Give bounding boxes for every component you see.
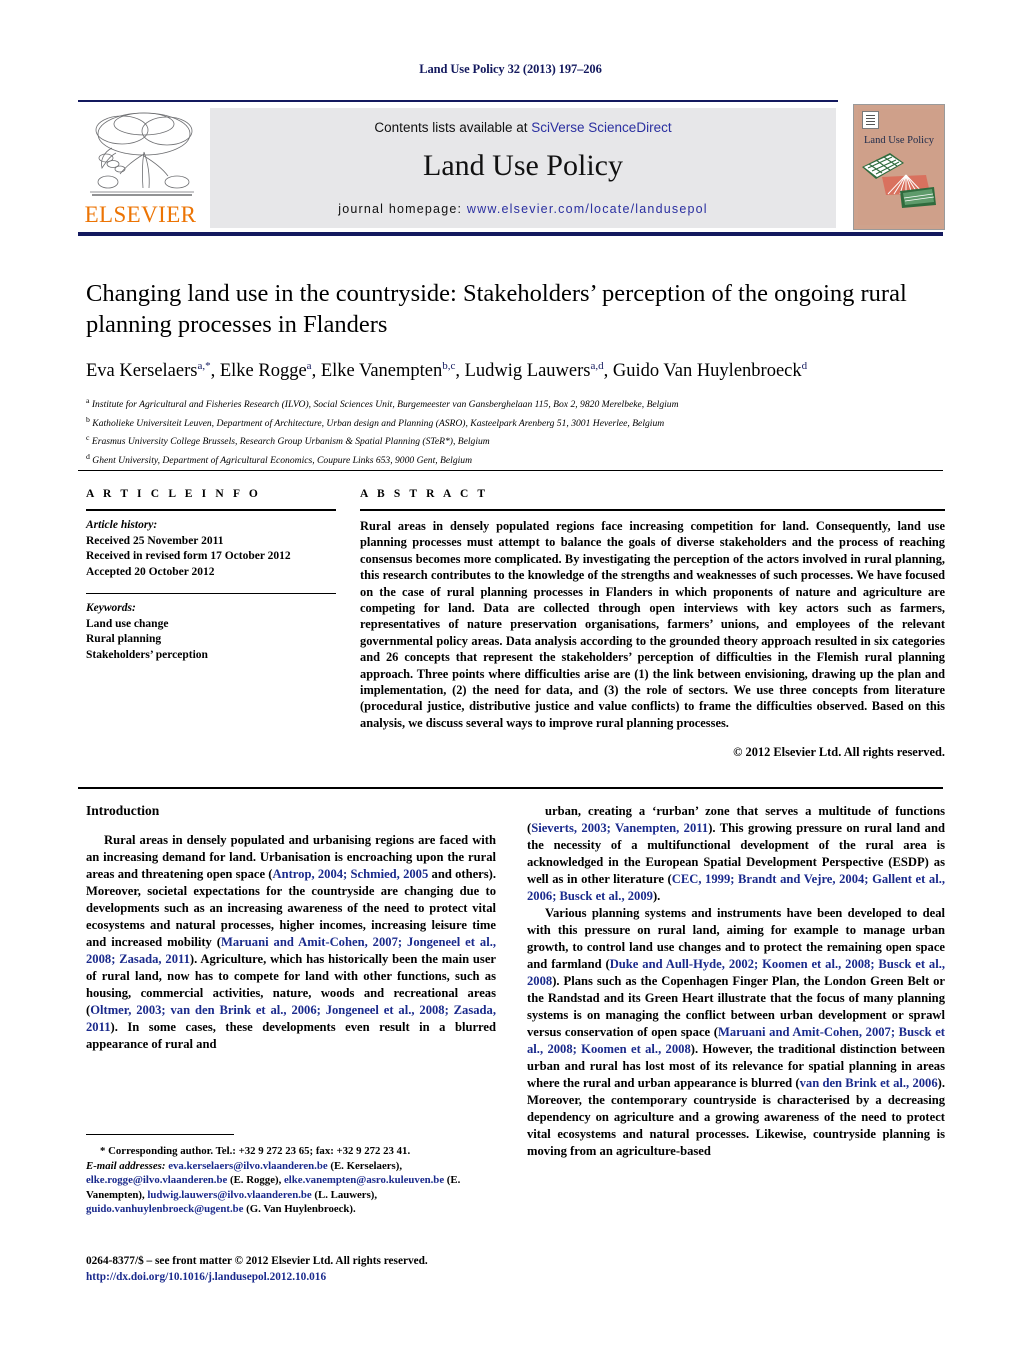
article-info-heading: A R T I C L E I N F O — [86, 488, 261, 500]
masthead-top-rule — [78, 100, 838, 102]
keywords-rule — [86, 593, 336, 594]
journal-cover-thumbnail: Land Use Policy — [853, 104, 945, 230]
elsevier-wordmark: ELSEVIER — [84, 202, 197, 227]
elsevier-tree-icon — [90, 112, 194, 196]
journal-masthead: ELSEVIER Contents lists available at Sci… — [78, 100, 945, 230]
abstract-rule — [360, 509, 945, 511]
section-heading-introduction: Introduction — [86, 803, 160, 818]
body-column-left: Introduction Rural areas in densely popu… — [86, 803, 496, 1053]
email-label: E-mail addresses: — [86, 1159, 166, 1172]
article-history-item: Accepted 20 October 2012 — [86, 565, 215, 578]
abstract-text: Rural areas in densely populated regions… — [360, 519, 945, 730]
body-top-rule — [78, 787, 943, 789]
body-paragraph: Rural areas in densely populated and urb… — [86, 833, 497, 1051]
contents-prefix: Contents lists available at — [374, 120, 532, 135]
cover-journal-title: Land Use Policy — [864, 135, 934, 146]
affiliation-item: b Katholieke Universiteit Leuven, Depart… — [86, 414, 665, 429]
article-info-rule — [86, 509, 336, 511]
homepage-url-link[interactable]: www.elsevier.com/locate/landusepol — [467, 202, 708, 216]
keyword-item: Rural planning — [86, 633, 162, 645]
affiliation-item: d Ghent University, Department of Agricu… — [86, 451, 473, 467]
keywords-label: Keywords: — [86, 602, 136, 614]
corresponding-author-note: * Corresponding author. Tel.: +32 9 272 … — [100, 1145, 411, 1157]
journal-homepage-line: journal homepage: www.elsevier.com/locat… — [210, 202, 836, 216]
title-block: Changing land use in the countryside: St… — [86, 278, 946, 469]
article-history-item: Received in revised form 17 October 2012 — [86, 550, 291, 562]
affiliation-item: a Institute for Agricultural and Fisheri… — [86, 396, 679, 411]
keyword-item: Stakeholders’ perception — [86, 648, 208, 661]
keywords-list: Land use change Rural planning Stakeholder… — [86, 617, 336, 664]
journal-title: Land Use Policy — [423, 149, 623, 182]
doi-link[interactable]: http://dx.doi.org/10.1016/j.landusepol.2… — [86, 1269, 586, 1285]
right-column-paragraphs: urban, creating a ‘rurban’ zone that ser… — [527, 803, 945, 1160]
affiliation-item: c Erasmus University College Brussels, R… — [86, 433, 490, 448]
page-title: Changing land use in the countryside: St… — [86, 280, 907, 338]
elsevier-logo: ELSEVIER — [78, 108, 203, 228]
article-history-item: Received 25 November 2011 — [86, 534, 224, 547]
author-list: Eva Kerselaersa,*, Elke Roggea, Elke Van… — [86, 360, 808, 382]
email-addresses-note: E-mail addresses: eva.kerselaers@ilvo.vl… — [86, 1159, 461, 1216]
body-paragraph: Various planning systems and instruments… — [527, 906, 946, 1158]
body-paragraph: urban, creating a ‘rurban’ zone that ser… — [527, 804, 945, 903]
abstract-copyright: © 2012 Elsevier Ltd. All rights reserved… — [733, 745, 945, 760]
affiliation-list: a Institute for Agricultural and Fisheri… — [86, 394, 946, 468]
footnote-block: * Corresponding author. Tel.: +32 9 272 … — [86, 1144, 498, 1217]
article-history-label: Article history: — [86, 519, 158, 531]
issn-front-matter: 0264-8377/$ – see front matter © 2012 El… — [86, 1255, 428, 1267]
footnote-rule — [86, 1134, 234, 1135]
body-column-right: urban, creating a ‘rurban’ zone that ser… — [527, 803, 945, 1160]
abstract-heading: A B S T R A C T — [360, 488, 489, 500]
info-top-rule — [78, 470, 943, 471]
cover-publisher-mark-icon — [862, 111, 879, 129]
left-column-paragraphs: Rural areas in densely populated and urb… — [86, 832, 496, 1053]
article-info-section: A R T I C L E I N F O Article history: R… — [86, 488, 336, 663]
paper-page: Land Use Policy 32 (2013) 197–206 ELSEVI… — [0, 0, 1021, 1351]
sciencedirect-link[interactable]: SciVerse ScienceDirect — [531, 120, 671, 135]
article-history-list: Received 25 November 2011 Received in rev… — [86, 534, 336, 581]
homepage-prefix: journal homepage: — [338, 202, 467, 216]
journal-band: Contents lists available at SciVerse Sci… — [210, 108, 836, 228]
keyword-item: Land use change — [86, 617, 169, 630]
masthead-bottom-rule — [78, 232, 943, 236]
running-head: Land Use Policy 32 (2013) 197–206 — [419, 62, 602, 76]
contents-lists-line: Contents lists available at SciVerse Sci… — [210, 120, 836, 135]
abstract-section: A B S T R A C T Rural areas in densely p… — [360, 488, 945, 760]
cover-artwork-icon — [862, 153, 936, 208]
front-matter-block: 0264-8377/$ – see front matter © 2012 El… — [86, 1253, 586, 1285]
